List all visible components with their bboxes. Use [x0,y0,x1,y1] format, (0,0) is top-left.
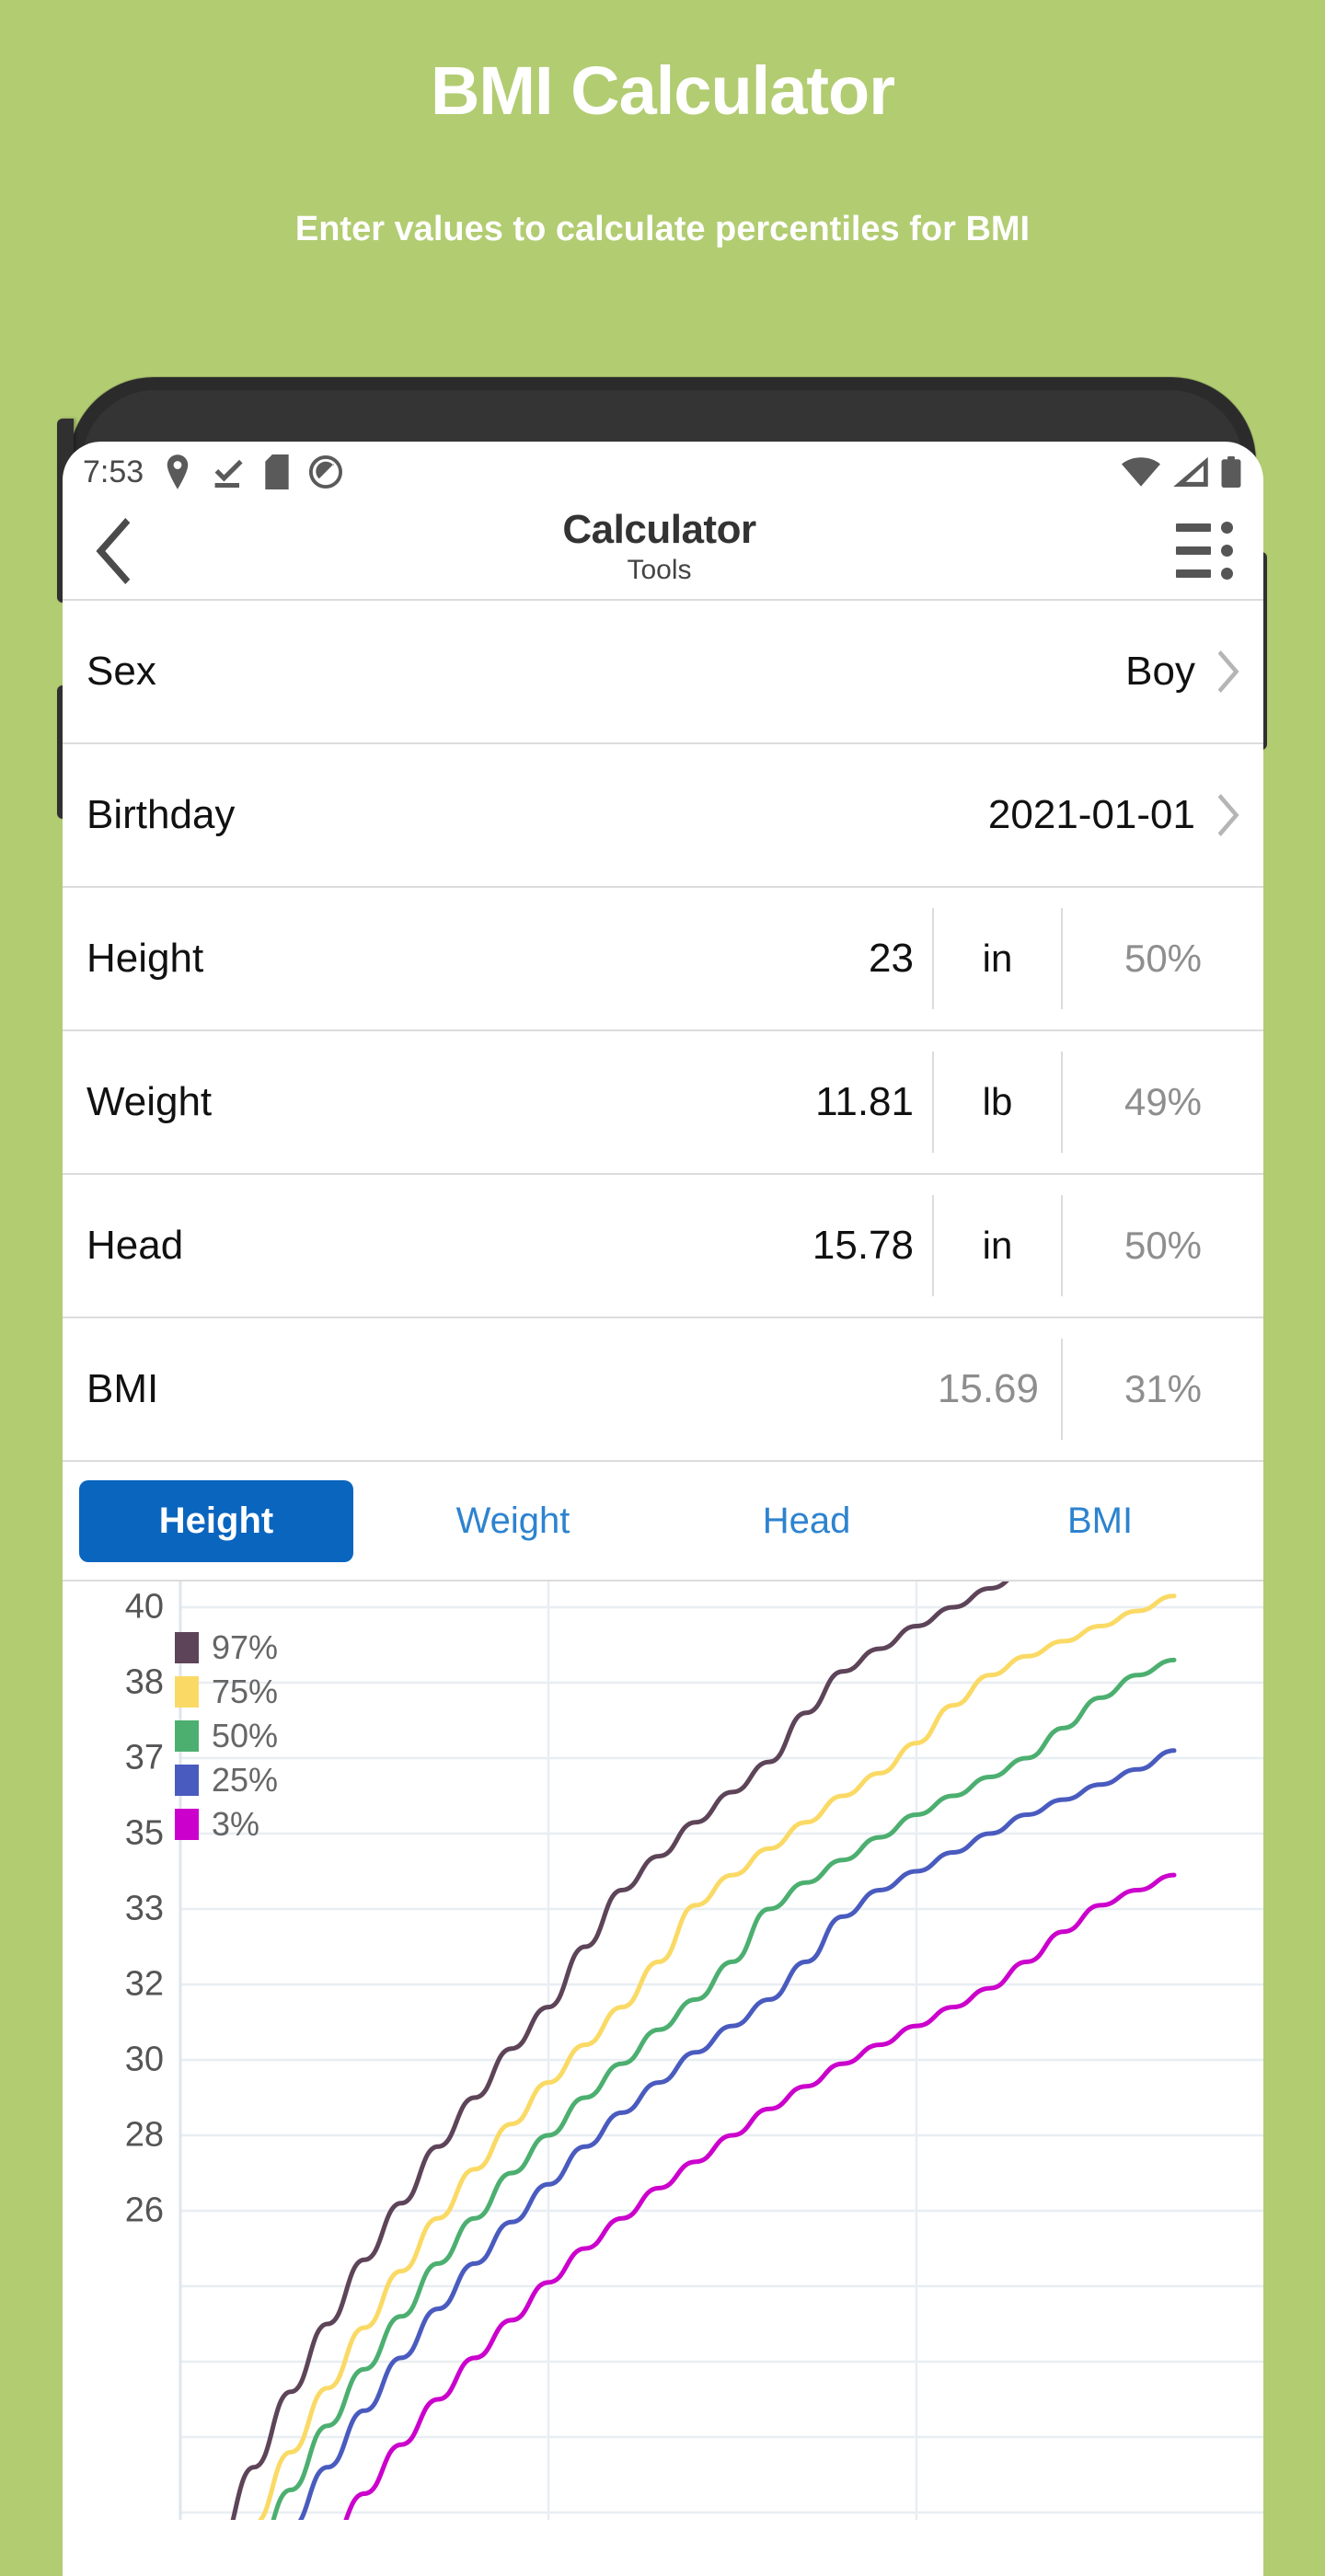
back-button[interactable] [83,517,149,584]
chart-ytick-label: 35 [124,1813,164,1853]
chart-ytick-label: 38 [124,1662,164,1702]
chart-ytick-label: 30 [124,2040,164,2079]
tab-height[interactable]: Height [79,1479,353,1562]
legend-label: 3% [212,1805,260,1843]
chart-legend: 97% 75% 50% 25% 3% [175,1626,278,1846]
chart-ytick-label: 26 [124,2191,164,2230]
promo-title: BMI Calculator [430,52,895,129]
height-percentile: 50% [1061,908,1263,1009]
growth-chart[interactable]: 40 38 37 35 33 32 30 28 26 97% 75% 50% 25% 3% [63,1581,1263,2520]
row-head[interactable]: Head 15.78 in 50% [63,1175,1263,1317]
row-sex[interactable]: Sex Boy [63,601,1263,742]
legend-swatch-icon [175,1720,199,1752]
row-weight[interactable]: Weight 11.81 lb 49% [63,1031,1263,1173]
do-not-disturb-icon [309,455,343,489]
location-icon [167,454,189,489]
row-weight-label: Weight [86,1079,213,1124]
row-height[interactable]: Height 23 in 50% [63,888,1263,1029]
weight-input[interactable]: 11.81 [628,1079,932,1125]
chart-legend-item: 3% [175,1802,278,1846]
bmi-value: 15.69 [937,1366,1039,1411]
chart-ytick-label: 37 [124,1738,164,1777]
head-input[interactable]: 15.78 [628,1223,932,1269]
legend-swatch-icon [175,1676,199,1708]
page-title: Calculator [562,506,756,552]
app-bar-titles: Calculator Tools [149,506,1169,588]
weight-percentile: 49% [1061,1052,1263,1153]
legend-label: 75% [212,1673,279,1710]
chart-series-50pct [271,1657,1177,2520]
list-menu-icon [1176,522,1233,580]
cellular-signal-icon [1173,457,1208,487]
chart-tab-bar: Height Weight Head BMI [63,1462,1263,1580]
battery-icon [1221,456,1241,488]
back-chevron-icon [96,517,131,584]
height-input[interactable]: 23 [628,936,932,982]
app-bar: Calculator Tools [63,502,1263,599]
phone-screen: 7:53 Calculator Tools Sex Boy Birthday 2… [63,442,1263,2576]
chart-ytick-label: 40 [124,1587,164,1627]
row-bmi-label: BMI [86,1366,159,1411]
row-birthday-chevron[interactable] [1195,794,1263,836]
tab-bmi[interactable]: BMI [953,1480,1247,1562]
row-sex-value: Boy [1125,649,1195,694]
task-checkmark-icon [214,459,243,489]
row-birthday-label: Birthday [86,792,236,837]
legend-label: 50% [212,1717,279,1754]
list-menu-button[interactable] [1169,516,1239,586]
legend-label: 25% [212,1761,279,1799]
height-unit[interactable]: in [932,908,1061,1009]
row-height-label: Height [86,936,204,981]
legend-swatch-icon [175,1632,199,1663]
tab-head[interactable]: Head [660,1480,953,1562]
chart-legend-item: 75% [175,1670,278,1714]
status-bar-left-icons [164,454,343,489]
chart-y-axis: 40 38 37 35 33 32 30 28 26 [63,1581,164,2520]
row-head-label: Head [86,1223,184,1268]
page-subtitle: Tools [627,554,692,585]
tab-weight[interactable]: Weight [366,1480,660,1562]
chart-ytick-label: 33 [124,1889,164,1928]
head-unit[interactable]: in [932,1195,1061,1296]
status-bar-right-icons [1122,456,1241,488]
row-bmi: BMI 15.69 31% [63,1318,1263,1460]
head-percentile: 50% [1061,1195,1263,1296]
row-birthday[interactable]: Birthday 2021-01-01 [63,744,1263,886]
chart-series-75pct [257,1593,1177,2520]
bmi-percentile: 31% [1061,1339,1263,1440]
chevron-right-icon [1217,794,1239,836]
row-sex-chevron[interactable] [1195,650,1263,693]
wifi-icon [1122,457,1160,487]
chart-ytick-label: 32 [124,1964,164,2004]
chart-series-97pct [230,1581,1009,2520]
legend-swatch-icon [175,1765,199,1796]
row-birthday-value: 2021-01-01 [987,792,1195,837]
chevron-right-icon [1217,650,1239,693]
chart-ytick-label: 28 [124,2115,164,2155]
chart-series-3pct [343,1872,1177,2520]
status-bar: 7:53 [63,442,1263,502]
promo-subtitle: Enter values to calculate percentiles fo… [294,210,1031,248]
weight-unit[interactable]: lb [932,1052,1061,1153]
legend-swatch-icon [175,1809,199,1840]
chart-legend-item: 50% [175,1714,278,1758]
chart-plot-area [179,1581,1263,2520]
status-bar-clock: 7:53 [83,454,144,489]
sd-card-icon [265,454,289,489]
row-sex-label: Sex [86,649,156,694]
chart-legend-item: 25% [175,1758,278,1802]
screenshot-root: BMI Calculator Enter values to calculate… [0,0,1325,2576]
chart-legend-item: 97% [175,1626,278,1670]
legend-label: 97% [212,1628,279,1666]
